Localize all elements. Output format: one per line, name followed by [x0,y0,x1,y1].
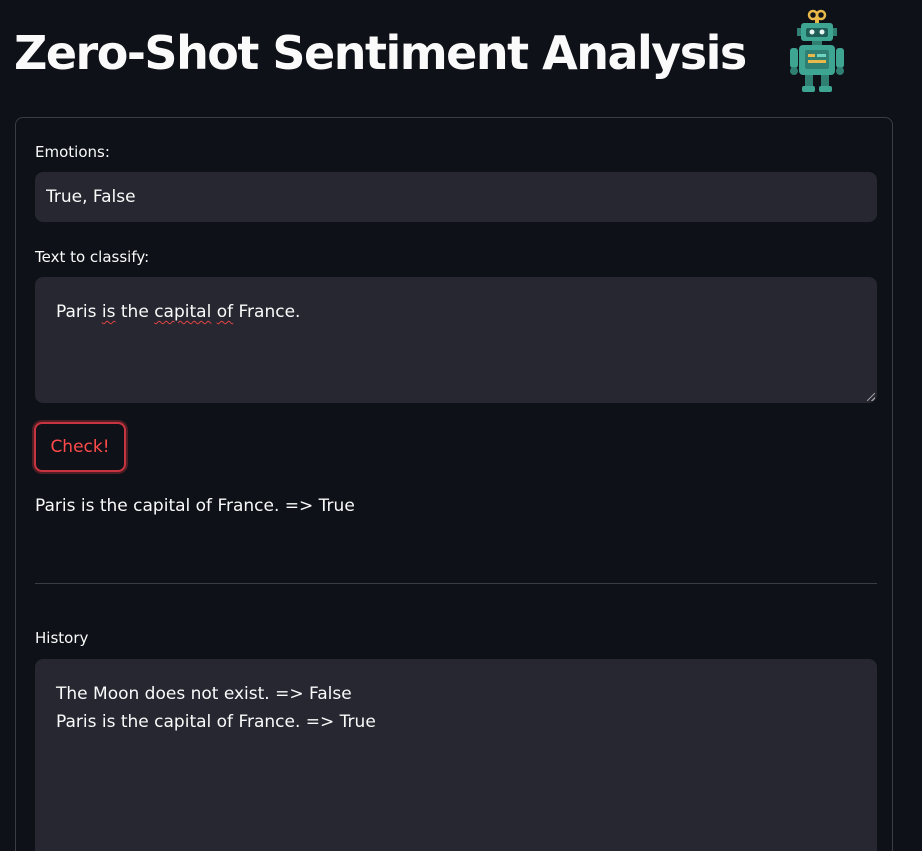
history-line: Paris is the capital of France. => True [56,712,376,732]
misspelled-word: capital [154,302,212,322]
emotions-label: Emotions: [35,143,110,161]
misspelled-word: of [216,302,234,322]
app-page: Zero-Shot Sentiment Analysis Emotions: T… [0,0,922,851]
textarea-word: the [120,302,149,322]
history-textarea[interactable]: The Moon does not exist. => False Paris … [35,659,877,851]
classification-result: Paris is the capital of France. => True [35,496,355,516]
resize-handle-icon[interactable] [867,393,875,401]
text-to-classify-label: Text to classify: [35,248,150,266]
text-to-classify-textarea[interactable]: Paris is the capital of France. [35,277,877,403]
check-button[interactable]: Check! [34,422,126,472]
divider [35,583,877,584]
history-label: History [35,629,89,647]
textarea-word: Paris [56,302,97,322]
robot-icon [790,9,844,92]
misspelled-word: is [101,302,116,322]
page-title: Zero-Shot Sentiment Analysis [14,26,747,80]
emotions-input[interactable] [35,172,877,222]
history-line: The Moon does not exist. => False [56,684,352,704]
textarea-word: France. [238,302,301,322]
